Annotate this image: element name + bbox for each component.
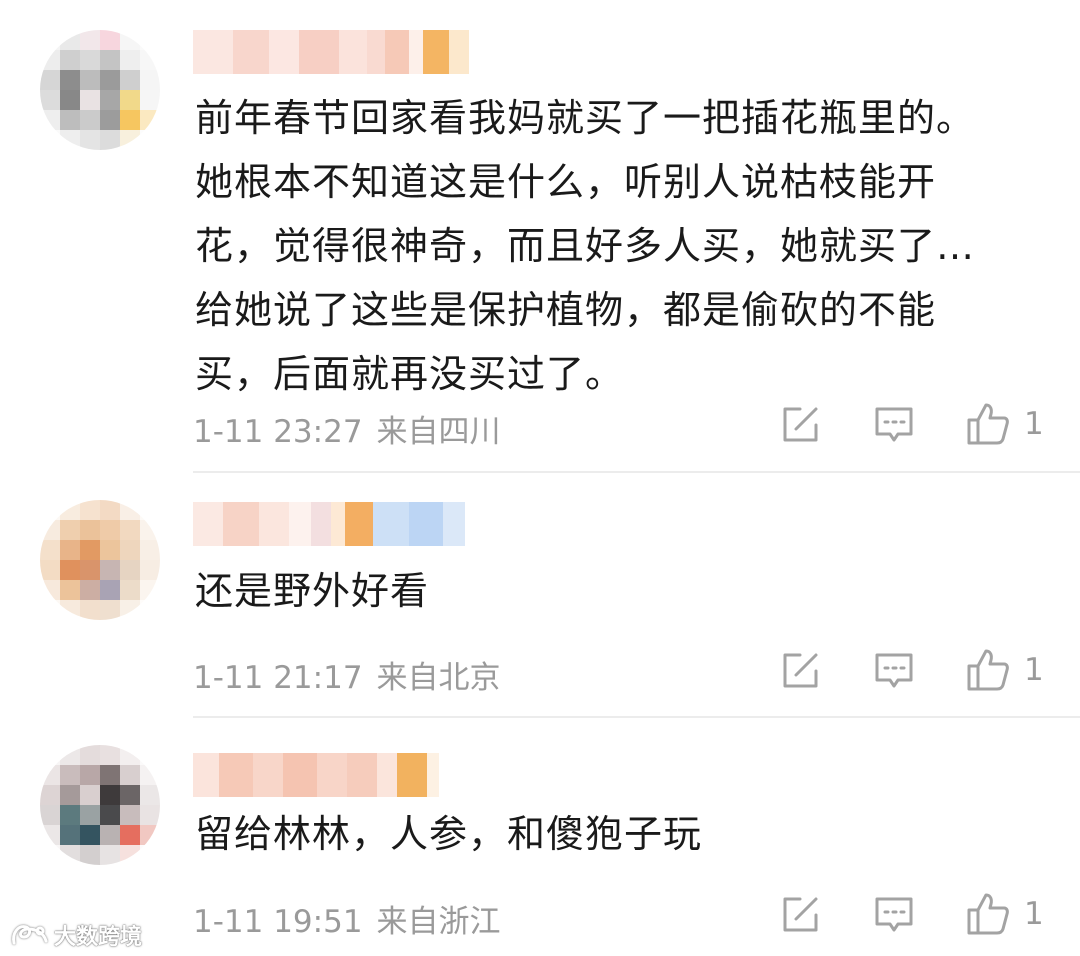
comment-meta: 1-11 19:51 来自浙江 <box>193 896 501 941</box>
comment-location: 来自北京 <box>376 660 501 696</box>
divider <box>193 471 1080 473</box>
username-blurred[interactable] <box>193 753 439 797</box>
watermark: 大数跨境 <box>10 918 142 952</box>
comment-bubble-icon[interactable] <box>874 895 914 935</box>
thumbs-up-icon[interactable] <box>966 648 1010 692</box>
like-count: 1 <box>1024 896 1044 932</box>
like-count: 1 <box>1024 652 1044 688</box>
comment-meta: 1-11 23:27 来自四川 <box>193 406 501 451</box>
avatar[interactable] <box>40 500 160 620</box>
comment-bubble-icon[interactable] <box>874 405 914 445</box>
comment-line: 前年春节回家看我妈就买了一把插花瓶里的。 <box>195 96 976 140</box>
comment-meta: 1-11 21:17 来自北京 <box>193 652 501 697</box>
share-edit-icon[interactable] <box>780 405 820 445</box>
username-blurred[interactable] <box>193 502 465 546</box>
share-edit-icon[interactable] <box>780 895 820 935</box>
comment-location: 来自四川 <box>376 414 501 450</box>
comment-text: 留给林林，人参，和傻狍子玩 <box>195 802 702 866</box>
watermark-text: 大数跨境 <box>54 925 143 950</box>
comment-time: 1-11 19:51 <box>193 904 363 940</box>
watermark-logo-icon <box>12 925 48 945</box>
comment-bubble-icon[interactable] <box>874 651 914 691</box>
divider <box>193 716 1080 718</box>
share-edit-icon[interactable] <box>780 651 820 691</box>
thumbs-up-icon[interactable] <box>966 402 1010 446</box>
username-blurred[interactable] <box>193 30 469 74</box>
like-count: 1 <box>1024 406 1044 442</box>
comment-line: 她根本不知道这是什么，听别人说枯枝能开 <box>195 160 937 204</box>
thumbs-up-icon[interactable] <box>966 892 1010 936</box>
comment-line: 给她说了这些是保护植物，都是偷砍的不能 <box>195 288 937 332</box>
comment-line: 还是野外好看 <box>195 569 430 613</box>
comment-time: 1-11 23:27 <box>193 414 363 450</box>
avatar[interactable] <box>40 745 160 865</box>
comment-text: 还是野外好看 <box>195 559 429 623</box>
comment-text: 前年春节回家看我妈就买了一把插花瓶里的。 她根本不知道这是什么，听别人说枯枝能开… <box>195 86 975 406</box>
comment-time: 1-11 21:17 <box>193 660 363 696</box>
comment-line: 留给林林，人参，和傻狍子玩 <box>195 812 703 856</box>
comment-location: 来自浙江 <box>376 904 501 940</box>
avatar[interactable] <box>40 30 160 150</box>
comment-line: 买，后面就再没买过了。 <box>195 352 625 396</box>
comment-line: 花，觉得很神奇，而且好多人买，她就买了… <box>195 224 976 268</box>
